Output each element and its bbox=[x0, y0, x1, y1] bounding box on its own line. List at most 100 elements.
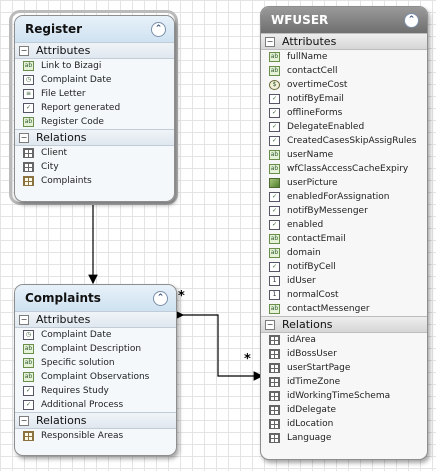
abc-type-icon: ab bbox=[269, 304, 280, 314]
list-item[interactable]: ✓ enabled bbox=[261, 218, 427, 232]
item-label: Complaint Observations bbox=[41, 372, 150, 382]
list-item[interactable]: ✓ Report generated bbox=[15, 101, 174, 115]
item-label: Report generated bbox=[41, 103, 121, 113]
item-label: Complaints bbox=[41, 176, 92, 186]
list-item[interactable]: Complaints bbox=[15, 174, 174, 188]
attributes-section-header[interactable]: − Attributes bbox=[261, 33, 427, 50]
list-item[interactable]: 1 normalCost bbox=[261, 288, 427, 302]
list-item[interactable]: ab contactEmail bbox=[261, 232, 427, 246]
bool-type-icon: ✓ bbox=[23, 103, 34, 113]
list-item[interactable]: idArea bbox=[261, 333, 427, 347]
list-item[interactable]: ab domain bbox=[261, 246, 427, 260]
list-item[interactable]: ab Register Code bbox=[15, 115, 174, 129]
item-label: Client bbox=[41, 148, 68, 158]
entity-complaints[interactable]: Complaints ⌃ − Attributes ◷ Complaint Dat… bbox=[14, 284, 177, 456]
bool-type-icon: ✓ bbox=[269, 206, 280, 216]
list-item[interactable]: ✓ Additional Process bbox=[15, 398, 176, 412]
section-label: Relations bbox=[36, 414, 87, 427]
list-item[interactable]: ✓ notifByCell bbox=[261, 260, 427, 274]
list-item[interactable]: ◷ Complaint Date bbox=[15, 73, 174, 87]
rel-type-icon bbox=[269, 391, 280, 401]
list-item[interactable]: ab Complaint Observations bbox=[15, 370, 176, 384]
section-toggle-icon[interactable]: − bbox=[19, 314, 29, 325]
rel-type-icon bbox=[269, 405, 280, 415]
collapse-icon[interactable]: ⌃ bbox=[151, 21, 166, 37]
item-label: idArea bbox=[287, 335, 316, 345]
bool-type-icon: ✓ bbox=[269, 262, 280, 272]
list-item[interactable]: userPicture bbox=[261, 176, 427, 190]
entity-header[interactable]: Complaints ⌃ bbox=[15, 285, 176, 311]
list-item[interactable]: ✓ DelegateEnabled bbox=[261, 120, 427, 134]
section-label: Attributes bbox=[282, 35, 337, 48]
list-item[interactable]: userStartPage bbox=[261, 361, 427, 375]
collapse-icon[interactable]: ⌃ bbox=[404, 12, 419, 28]
list-item[interactable]: idBossUser bbox=[261, 347, 427, 361]
item-label: File Letter bbox=[41, 89, 86, 99]
item-label: notifByCell bbox=[287, 262, 336, 272]
attributes-list: ◷ Complaint Date ab Complaint Description ab… bbox=[15, 328, 176, 412]
section-toggle-icon[interactable]: − bbox=[265, 36, 275, 47]
list-item[interactable]: idLocation bbox=[261, 417, 427, 431]
list-item[interactable]: ✓ notifByEmail bbox=[261, 92, 427, 106]
list-item[interactable]: Language bbox=[261, 431, 427, 445]
attributes-list: ab fullName ab contactCell $ overtimeCost ✓ not… bbox=[261, 50, 427, 316]
list-item[interactable]: ab contactMessenger bbox=[261, 302, 427, 316]
list-item[interactable]: ✓ notifByMessenger bbox=[261, 204, 427, 218]
list-item[interactable]: ✓ enabledForAssignation bbox=[261, 190, 427, 204]
list-item[interactable]: idDelegate bbox=[261, 403, 427, 417]
entity-header[interactable]: Register ⌃ bbox=[15, 16, 174, 42]
attributes-section-header[interactable]: − Attributes bbox=[15, 42, 174, 59]
list-item[interactable]: $ overtimeCost bbox=[261, 78, 427, 92]
abc-type-icon: ab bbox=[269, 66, 280, 76]
item-label: City bbox=[41, 162, 59, 172]
list-item[interactable]: idTimeZone bbox=[261, 375, 427, 389]
list-item[interactable]: ≡ File Letter bbox=[15, 87, 174, 101]
section-toggle-icon[interactable]: − bbox=[265, 319, 275, 330]
list-item[interactable]: ab wfClassAccessCacheExpiry bbox=[261, 162, 427, 176]
rel-type-icon bbox=[269, 335, 280, 345]
bool-type-icon: ✓ bbox=[269, 108, 280, 118]
list-item[interactable]: ab Specific solution bbox=[15, 356, 176, 370]
list-item[interactable]: ab Link to Bizagi bbox=[15, 59, 174, 73]
entity-wfuser[interactable]: WFUSER ⌃ − Attributes ab fullName ab contac… bbox=[260, 6, 428, 460]
cur-type-icon: $ bbox=[269, 80, 280, 90]
list-item[interactable]: ab Complaint Description bbox=[15, 342, 176, 356]
bool-type-icon: ✓ bbox=[269, 220, 280, 230]
item-label: enabledForAssignation bbox=[287, 192, 390, 202]
list-item[interactable]: ◷ Complaint Date bbox=[15, 328, 176, 342]
list-item[interactable]: ab contactCell bbox=[261, 64, 427, 78]
entity-register[interactable]: Register ⌃ − Attributes ab Link to Bizagi… bbox=[14, 15, 175, 202]
abc-type-icon: ab bbox=[23, 372, 34, 382]
list-item[interactable]: City bbox=[15, 160, 174, 174]
relations-section-header[interactable]: − Relations bbox=[261, 316, 427, 333]
item-label: userName bbox=[287, 150, 334, 160]
attributes-list: ab Link to Bizagi ◷ Complaint Date ≡ File Let… bbox=[15, 59, 174, 129]
list-item[interactable]: 1 idUser bbox=[261, 274, 427, 288]
bool-type-icon: ✓ bbox=[269, 94, 280, 104]
list-item[interactable]: ✓ offlineForms bbox=[261, 106, 427, 120]
abc-type-icon: ab bbox=[269, 234, 280, 244]
list-item[interactable]: Client bbox=[15, 146, 174, 160]
num-type-icon: 1 bbox=[269, 290, 280, 300]
item-label: Requires Study bbox=[41, 386, 109, 396]
list-item[interactable]: idWorkingTimeSchema bbox=[261, 389, 427, 403]
relations-section-header[interactable]: − Relations bbox=[15, 129, 174, 146]
item-label: idLocation bbox=[287, 419, 334, 429]
list-item[interactable]: ✓ Requires Study bbox=[15, 384, 176, 398]
item-label: Complaint Description bbox=[41, 344, 142, 354]
section-label: Attributes bbox=[36, 313, 91, 326]
entity-header[interactable]: WFUSER ⌃ bbox=[261, 7, 427, 33]
list-item[interactable]: ab userName bbox=[261, 148, 427, 162]
attributes-section-header[interactable]: − Attributes bbox=[15, 311, 176, 328]
abc-type-icon: ab bbox=[269, 150, 280, 160]
collapse-icon[interactable]: ⌃ bbox=[153, 290, 168, 306]
list-item[interactable]: Responsible Areas bbox=[15, 429, 176, 443]
entity-title: Register bbox=[25, 22, 83, 36]
list-item[interactable]: ✓ CreatedCasesSkipAssigRules bbox=[261, 134, 427, 148]
list-item[interactable]: ab fullName bbox=[261, 50, 427, 64]
section-toggle-icon[interactable]: − bbox=[19, 45, 29, 56]
section-toggle-icon[interactable]: − bbox=[19, 415, 29, 426]
section-toggle-icon[interactable]: − bbox=[19, 132, 29, 143]
relations-section-header[interactable]: − Relations bbox=[15, 412, 176, 429]
item-label: overtimeCost bbox=[287, 80, 348, 90]
